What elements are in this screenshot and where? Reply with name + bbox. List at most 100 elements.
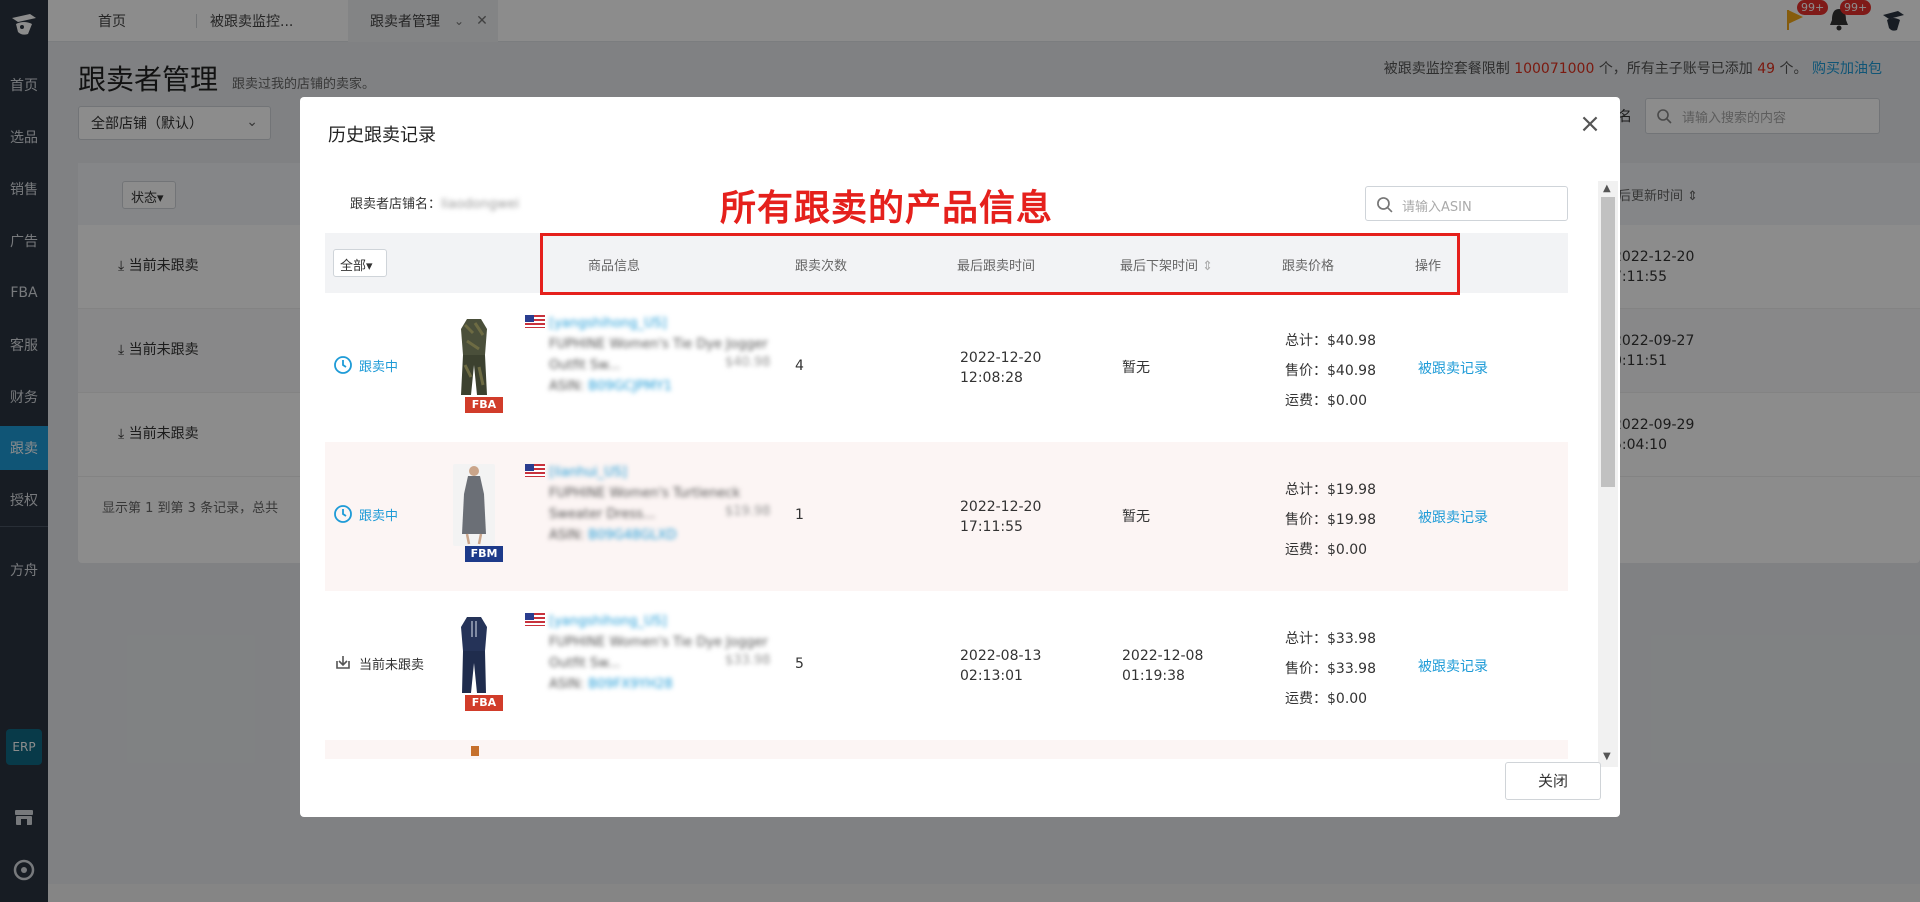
asin-link[interactable]: B09GCJPMY1 <box>588 379 672 394</box>
scroll-up-icon[interactable]: ▲ <box>1603 183 1611 194</box>
price-total: 总计：$40.98 <box>1285 333 1376 349</box>
asin-search-input[interactable]: 请输入ASIN <box>1365 186 1568 221</box>
follow-count: 5 <box>795 656 804 672</box>
search-icon <box>1377 197 1393 213</box>
follow-price: 总计：$40.98 售价：$40.98 运费：$0.00 <box>1285 326 1376 416</box>
fulfillment-badge: FBA <box>465 397 503 413</box>
product-title-line2: Outfit Sw... <box>549 358 621 373</box>
table-row: 当前未跟卖 FBA [yangshihong_US] FUPHINE Women… <box>325 591 1568 740</box>
row-status-label: 跟卖中 <box>359 359 399 375</box>
row-status: 当前未跟卖 <box>333 653 424 673</box>
history-table-body: 跟卖中 FBA [yangshihong_US] FUPHINE Women's… <box>325 293 1568 759</box>
product-image-partial <box>471 746 479 756</box>
row-status-label: 当前未跟卖 <box>359 657 425 673</box>
price-shipping: 运费：$0.00 <box>1285 393 1368 409</box>
asin-label: ASIN: <box>549 379 585 394</box>
price-sale: 售价：$40.98 <box>1285 363 1376 379</box>
fulfillment-badge: FBM <box>465 546 503 562</box>
product-asin: ASIN: B09G48GLXD <box>549 525 819 546</box>
product-list-price: $33.98 <box>725 653 771 668</box>
follow-record-link[interactable]: 被跟卖记录 <box>1418 507 1488 527</box>
last-sell-time: 2022-12-20 17:11:55 <box>960 497 1041 537</box>
product-title-line2: Sweater Dress... <box>549 507 656 522</box>
annotation-text: 所有跟卖的产品信息 <box>720 188 1054 229</box>
product-title-line1: FUPHINE Women's Tie Dye Jogger <box>549 337 768 352</box>
row-status: 跟卖中 <box>333 504 398 524</box>
scrollbar-thumb[interactable] <box>1601 197 1615 487</box>
asin-search-placeholder: 请输入ASIN <box>1402 200 1472 215</box>
asin-link[interactable]: B09G48GLXD <box>588 528 676 543</box>
modal-close-icon[interactable]: × <box>1578 111 1602 137</box>
clock-icon <box>334 505 352 523</box>
follow-count: 4 <box>795 358 804 374</box>
last-sell-clock: 12:08:28 <box>960 370 1023 386</box>
annotation-highlight-box <box>540 233 1460 295</box>
product-store-link[interactable]: [yangshihong_US] <box>549 313 819 334</box>
price-shipping: 运费：$0.00 <box>1285 542 1368 558</box>
product-image[interactable] <box>453 464 495 546</box>
follow-record-link[interactable]: 被跟卖记录 <box>1418 656 1488 676</box>
last-off-clock: 01:19:38 <box>1122 668 1185 684</box>
product-image[interactable] <box>453 315 495 397</box>
last-sell-time: 2022-08-13 02:13:01 <box>960 646 1041 686</box>
asin-link[interactable]: B09FX9YH28 <box>588 677 672 692</box>
download-icon <box>336 656 350 669</box>
fulfillment-badge: FBA <box>465 695 503 711</box>
price-total: 总计：$19.98 <box>1285 482 1376 498</box>
history-modal: 历史跟卖记录 × 跟卖者店铺名：liaodongwei 所有跟卖的产品信息 请输… <box>300 97 1620 817</box>
modal-scrollbar[interactable]: ▲ ▼ <box>1598 181 1618 767</box>
last-sell-date: 2022-12-20 <box>960 350 1042 366</box>
store-name-label: 跟卖者店铺名： <box>350 197 442 212</box>
asin-label: ASIN: <box>549 677 585 692</box>
close-button[interactable]: 关闭 <box>1505 762 1601 800</box>
row-status: 跟卖中 <box>333 355 398 375</box>
asin-label: ASIN: <box>549 528 585 543</box>
price-shipping: 运费：$0.00 <box>1285 691 1368 707</box>
product-image[interactable] <box>453 613 495 695</box>
follower-store-name: 跟卖者店铺名：liaodongwei <box>350 193 519 212</box>
follow-price: 总计：$33.98 售价：$33.98 运费：$0.00 <box>1285 624 1376 714</box>
product-info: [yangshihong_US] FUPHINE Women's Tie Dye… <box>549 313 819 397</box>
product-store-link[interactable]: [yangshihong_US] <box>549 611 819 632</box>
price-total: 总计：$33.98 <box>1285 631 1376 647</box>
product-title-line1: FUPHINE Women's Turtleneck <box>549 486 741 501</box>
filter-select-value: 全部 <box>340 259 367 274</box>
product-title-line2: Outfit Sw... <box>549 656 621 671</box>
last-sell-time: 2022-12-20 12:08:28 <box>960 348 1041 388</box>
follow-record-link[interactable]: 被跟卖记录 <box>1418 358 1488 378</box>
last-off-time: 暂无 <box>1122 358 1150 378</box>
scroll-down-icon[interactable]: ▼ <box>1603 751 1611 762</box>
table-row: 跟卖中 FBM [lianhui_US] FUPHINE Women's Tur… <box>325 442 1568 591</box>
clock-icon <box>334 356 352 374</box>
table-row: 跟卖中 FBA [yangshihong_US] FUPHINE Women's… <box>325 293 1568 442</box>
last-off-date: 暂无 <box>1122 360 1150 376</box>
product-asin: ASIN: B09FX9YH28 <box>549 674 819 695</box>
us-flag-icon <box>525 613 545 626</box>
store-name-value: liaodongwei <box>441 197 520 212</box>
follow-count: 1 <box>795 507 804 523</box>
product-info: [yangshihong_US] FUPHINE Women's Tie Dye… <box>549 611 819 695</box>
price-sale: 售价：$33.98 <box>1285 661 1376 677</box>
row-status-label: 跟卖中 <box>359 508 399 524</box>
filter-select[interactable]: 全部▾ <box>333 249 387 277</box>
last-off-date: 2022-12-08 <box>1122 648 1204 664</box>
product-title-line1: FUPHINE Women's Tie Dye Jogger <box>549 635 768 650</box>
product-asin: ASIN: B09GCJPMY1 <box>549 376 819 397</box>
modal-title: 历史跟卖记录 <box>328 125 436 146</box>
last-off-date: 暂无 <box>1122 509 1150 525</box>
table-row <box>325 740 1568 759</box>
product-list-price: $40.98 <box>725 355 771 370</box>
product-list-price: $19.98 <box>725 504 771 519</box>
follow-price: 总计：$19.98 售价：$19.98 运费：$0.00 <box>1285 475 1376 565</box>
product-store-link[interactable]: [lianhui_US] <box>549 462 819 483</box>
last-sell-clock: 17:11:55 <box>960 519 1023 535</box>
last-sell-date: 2022-08-13 <box>960 648 1042 664</box>
last-sell-clock: 02:13:01 <box>960 668 1023 684</box>
us-flag-icon <box>525 464 545 477</box>
last-off-time: 2022-12-08 01:19:38 <box>1122 646 1203 686</box>
product-info: [lianhui_US] FUPHINE Women's Turtleneck … <box>549 462 819 546</box>
last-sell-date: 2022-12-20 <box>960 499 1042 515</box>
us-flag-icon <box>525 315 545 328</box>
price-sale: 售价：$19.98 <box>1285 512 1376 528</box>
last-off-time: 暂无 <box>1122 507 1150 527</box>
